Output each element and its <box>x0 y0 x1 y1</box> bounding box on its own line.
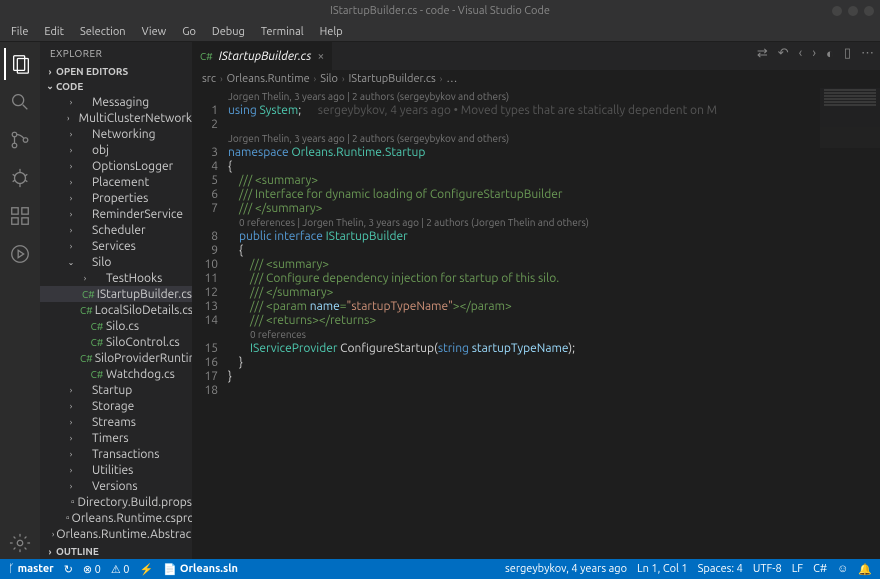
menu-bar: FileEditSelectionViewGoDebugTerminalHelp <box>0 22 880 42</box>
tree-folder-networking[interactable]: ›Networking <box>40 126 192 142</box>
tree-file-orleans-runtime-csproj[interactable]: ▫Orleans.Runtime.csproj <box>40 510 192 526</box>
breadcrumb-part[interactable]: … <box>446 73 457 85</box>
menu-help[interactable]: Help <box>313 24 350 40</box>
status-solution[interactable]: 📄 Orleans.sln <box>163 563 238 576</box>
maximize-button[interactable] <box>848 6 858 16</box>
more-icon[interactable]: ⋯ <box>861 46 874 61</box>
status-spaces[interactable]: Spaces: 4 <box>698 563 743 576</box>
tree-folder-orleans-runtime-abstract-[interactable]: ›Orleans.Runtime.Abstract… <box>40 526 192 542</box>
tree-folder-placement[interactable]: ›Placement <box>40 174 192 190</box>
menu-view[interactable]: View <box>135 24 174 40</box>
tree-file-watchdog-cs[interactable]: C#Watchdog.cs <box>40 366 192 382</box>
section-code[interactable]: ⌄CODE <box>40 79 192 94</box>
minimap[interactable] <box>820 88 880 148</box>
tree-folder-services[interactable]: ›Services <box>40 238 192 254</box>
status-feedback[interactable]: ☺ <box>837 563 848 576</box>
status-blame[interactable]: sergeybykov, 4 years ago <box>505 563 627 576</box>
editor-actions: ⇄ ↶ ‹ › ◐ ▯ ⋯ <box>757 46 874 61</box>
tree-folder-obj[interactable]: ›obj <box>40 142 192 158</box>
tree-folder-optionslogger[interactable]: ›OptionsLogger <box>40 158 192 174</box>
menu-selection[interactable]: Selection <box>73 24 133 40</box>
code-area[interactable]: Jorgen Thelin, 3 years ago | 2 authors (… <box>228 88 880 559</box>
status-encoding[interactable]: UTF-8 <box>753 563 782 576</box>
tree-file-directory-build-props[interactable]: ▫Directory.Build.props <box>40 494 192 510</box>
window-controls <box>832 6 874 16</box>
window-title: IStartupBuilder.cs - code - Visual Studi… <box>330 5 550 17</box>
status-position[interactable]: Ln 1, Col 1 <box>637 563 688 576</box>
debug-icon[interactable] <box>4 162 36 194</box>
prev-change-icon[interactable]: ‹ <box>799 46 803 61</box>
status-live[interactable]: ⚡ <box>139 563 153 576</box>
tree-file-localsilodetails-cs[interactable]: C#LocalSiloDetails.cs <box>40 302 192 318</box>
menu-debug[interactable]: Debug <box>205 24 252 40</box>
tree-folder-properties[interactable]: ›Properties <box>40 190 192 206</box>
status-notifications[interactable]: 🔔 <box>858 563 872 576</box>
split-editor-icon[interactable]: ▯ <box>844 46 851 61</box>
file-tree: ›Messaging›MultiClusterNetwork›Networkin… <box>40 94 192 544</box>
status-language[interactable]: C# <box>813 563 827 576</box>
minimize-button[interactable] <box>832 6 842 16</box>
tab-close-icon[interactable]: × <box>317 50 324 63</box>
tree-file-istartupbuilder-cs[interactable]: C#IStartupBuilder.cs <box>40 286 192 302</box>
breadcrumb-part[interactable]: Orleans.Runtime <box>227 73 310 85</box>
tree-folder-multiclusternetwork[interactable]: ›MultiClusterNetwork <box>40 110 192 126</box>
csharp-file-icon: C# <box>200 51 213 62</box>
tree-folder-messaging[interactable]: ›Messaging <box>40 94 192 110</box>
section-open-editors[interactable]: ›OPEN EDITORS <box>40 64 192 79</box>
title-bar: IStartupBuilder.cs - code - Visual Studi… <box>0 0 880 22</box>
sidebar-title: EXPLORER <box>40 42 192 64</box>
tree-folder-versions[interactable]: ›Versions <box>40 478 192 494</box>
menu-go[interactable]: Go <box>175 24 203 40</box>
status-warnings[interactable]: ⚠ 0 <box>111 563 130 576</box>
status-eol[interactable]: LF <box>792 563 803 576</box>
editor-area: C# IStartupBuilder.cs × ⇄ ↶ ‹ › ◐ ▯ ⋯ sr… <box>192 42 880 559</box>
tree-file-silocontrol-cs[interactable]: C#SiloControl.cs <box>40 334 192 350</box>
tab-istartupbuilder[interactable]: C# IStartupBuilder.cs × <box>192 42 333 70</box>
menu-file[interactable]: File <box>4 24 35 40</box>
status-bar: ᚴ master ↻ ⊗ 0 ⚠ 0 ⚡ 📄 Orleans.sln serge… <box>0 559 880 579</box>
tab-label: IStartupBuilder.cs <box>219 50 312 63</box>
explorer-icon[interactable] <box>4 48 36 80</box>
test-icon[interactable] <box>4 238 36 270</box>
extensions-icon[interactable] <box>4 200 36 232</box>
tree-folder-startup[interactable]: ›Startup <box>40 382 192 398</box>
breadcrumb-part[interactable]: Silo <box>320 73 338 85</box>
tree-folder-silo[interactable]: ⌄Silo <box>40 254 192 270</box>
tree-folder-scheduler[interactable]: ›Scheduler <box>40 222 192 238</box>
breadcrumb-part[interactable]: IStartupBuilder.cs <box>348 73 435 85</box>
menu-terminal[interactable]: Terminal <box>254 24 311 40</box>
close-button[interactable] <box>864 6 874 16</box>
toggle-icon[interactable]: ◐ <box>826 46 834 61</box>
activity-bar <box>0 42 40 559</box>
source-control-icon[interactable] <box>4 124 36 156</box>
tree-folder-timers[interactable]: ›Timers <box>40 430 192 446</box>
status-sync[interactable]: ↻ <box>64 563 73 576</box>
status-branch[interactable]: ᚴ master <box>8 563 54 575</box>
tree-folder-testhooks[interactable]: ›TestHooks <box>40 270 192 286</box>
tree-folder-storage[interactable]: ›Storage <box>40 398 192 414</box>
status-errors[interactable]: ⊗ 0 <box>83 563 101 576</box>
tree-folder-utilities[interactable]: ›Utilities <box>40 462 192 478</box>
search-icon[interactable] <box>4 86 36 118</box>
sidebar: EXPLORER ›OPEN EDITORS ⌄CODE ›Messaging›… <box>40 42 192 559</box>
tree-folder-streams[interactable]: ›Streams <box>40 414 192 430</box>
section-outline[interactable]: ›OUTLINE <box>40 544 192 559</box>
tree-file-siloproviderruntime-cs[interactable]: C#SiloProviderRuntime.cs <box>40 350 192 366</box>
menu-edit[interactable]: Edit <box>37 24 71 40</box>
breadcrumb[interactable]: src›Orleans.Runtime›Silo›IStartupBuilder… <box>192 70 880 88</box>
breadcrumb-part[interactable]: src <box>202 73 216 85</box>
line-gutter: 12 34567 891011121314 15161718 <box>192 88 228 559</box>
next-change-icon[interactable]: › <box>812 46 816 61</box>
tree-file-silo-cs[interactable]: C#Silo.cs <box>40 318 192 334</box>
settings-icon[interactable] <box>4 527 36 559</box>
tree-folder-transactions[interactable]: ›Transactions <box>40 446 192 462</box>
tree-folder-reminderservice[interactable]: ›ReminderService <box>40 206 192 222</box>
undo-icon[interactable]: ↶ <box>778 46 789 61</box>
compare-icon[interactable]: ⇄ <box>757 46 768 61</box>
